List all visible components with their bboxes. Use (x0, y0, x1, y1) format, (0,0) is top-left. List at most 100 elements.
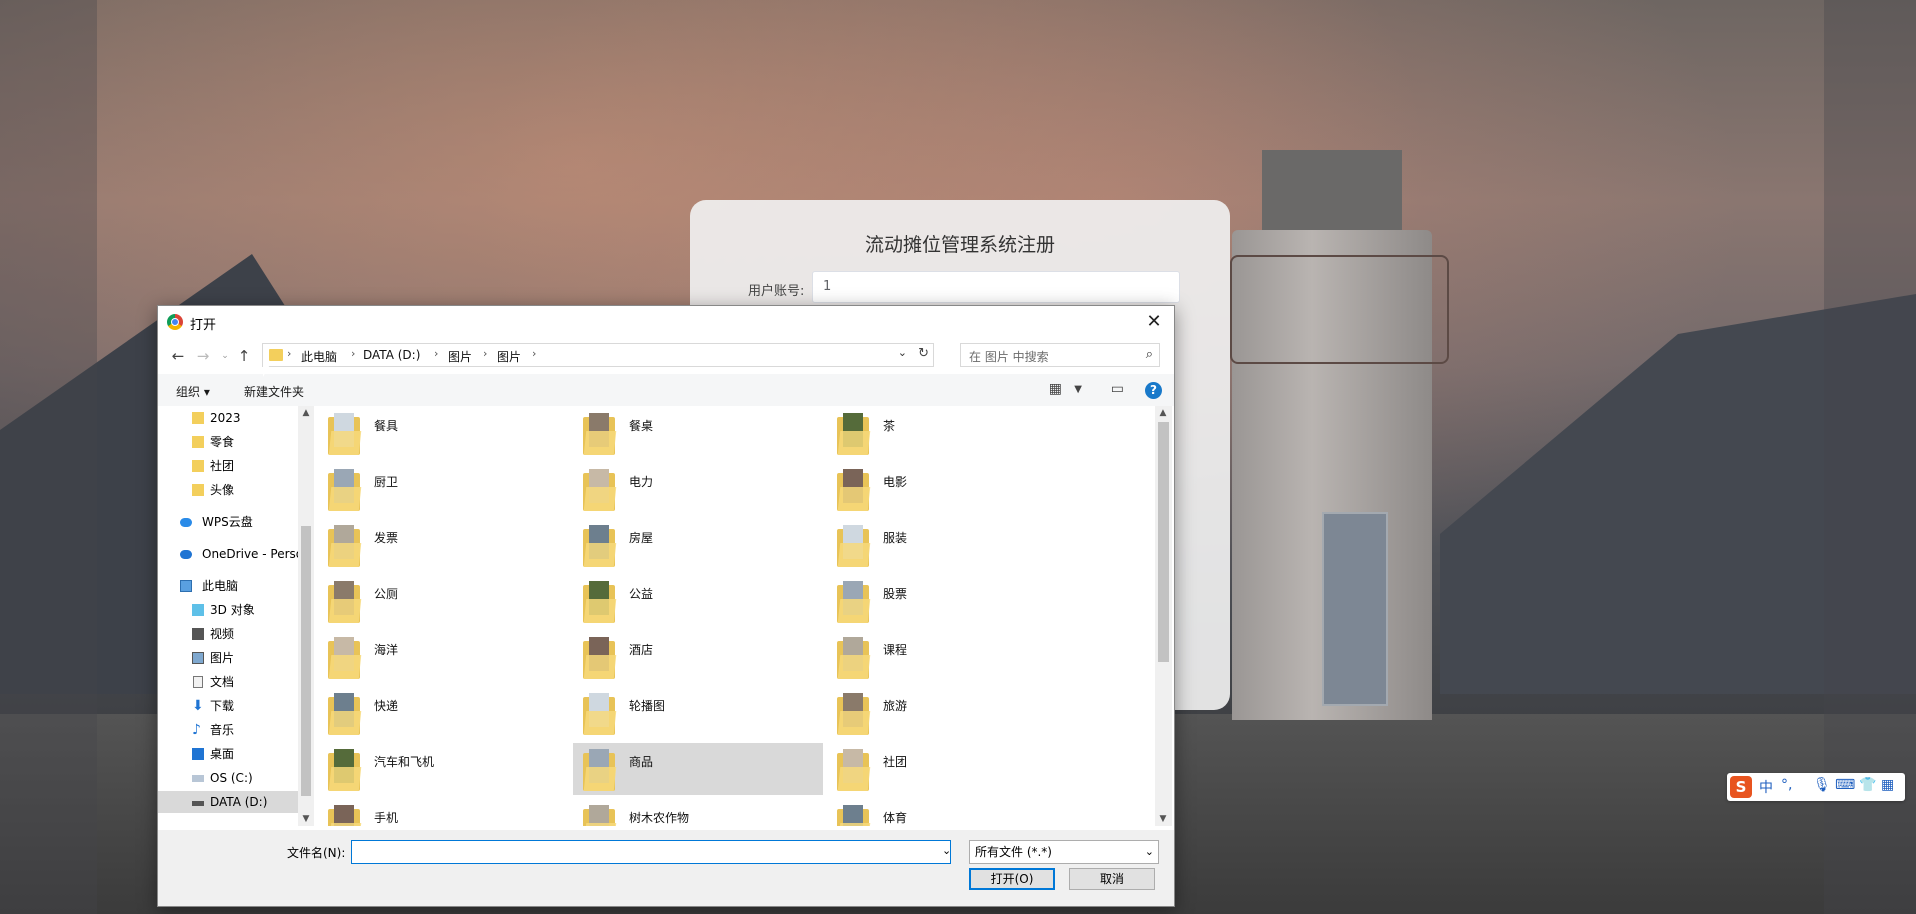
nav-item-label: 头像 (210, 483, 235, 497)
nav-item-wps-cloud[interactable]: WPS云盘 (158, 511, 298, 533)
file-name: 公厕 (374, 587, 399, 601)
nav-item-videos[interactable]: 视频 (158, 623, 298, 645)
folder-icon (583, 805, 617, 826)
file-item[interactable]: 股票 (827, 575, 1077, 627)
scroll-down-icon[interactable]: ▼ (298, 814, 314, 824)
scrollbar-thumb[interactable] (301, 526, 311, 796)
recent-locations-icon[interactable]: ⌄ (215, 346, 235, 366)
nav-item-label: 图片 (210, 651, 235, 665)
nav-item-music[interactable]: ♪ 音乐 (158, 719, 298, 741)
file-item[interactable]: 快递 (318, 687, 568, 739)
nav-item-downloads[interactable]: ⬇ 下载 (158, 695, 298, 717)
close-button[interactable]: ✕ (1134, 306, 1174, 338)
breadcrumb-pictures-sub[interactable]: 图片 (497, 348, 521, 365)
nav-item-os-c[interactable]: OS (C:) (158, 767, 298, 789)
lighthouse-railing (1230, 255, 1449, 364)
refresh-icon[interactable]: ↻ (918, 346, 929, 361)
file-item[interactable]: 电力 (573, 463, 823, 515)
file-item[interactable]: 体育 (827, 799, 1077, 826)
scrollbar-thumb[interactable] (1158, 422, 1169, 662)
account-input[interactable]: 1 (812, 271, 1180, 303)
scroll-down-icon[interactable]: ▼ (1155, 814, 1171, 824)
file-item[interactable]: 酒店 (573, 631, 823, 683)
scroll-up-icon[interactable]: ▲ (1155, 408, 1171, 418)
nav-item-data-d[interactable]: DATA (D:) (158, 791, 298, 813)
folder-icon (583, 749, 617, 791)
file-item[interactable]: 餐桌 (573, 407, 823, 459)
keyboard-icon[interactable]: ⌨ (1835, 777, 1855, 793)
file-item[interactable]: 电影 (827, 463, 1077, 515)
nav-item-desktop[interactable]: 桌面 (158, 743, 298, 765)
breadcrumb-this-pc[interactable]: 此电脑 (301, 348, 337, 365)
file-item[interactable]: 旅游 (827, 687, 1077, 739)
chrome-icon (167, 314, 183, 330)
nav-item-label: OS (C:) (210, 771, 253, 785)
nav-item-documents[interactable]: 文档 (158, 671, 298, 693)
nav-item-this-pc[interactable]: 此电脑 (158, 575, 298, 597)
file-name: 电影 (883, 475, 908, 489)
cloud-icon (180, 518, 192, 527)
toolbox-icon[interactable]: ▦ (1881, 777, 1894, 793)
scroll-up-icon[interactable]: ▲ (298, 408, 314, 418)
file-item[interactable]: 发票 (318, 519, 568, 571)
microphone-icon[interactable]: 🎙 (1813, 777, 1831, 793)
view-options-icon[interactable]: ▦ (1049, 381, 1062, 397)
sogou-logo-icon[interactable]: S (1730, 776, 1752, 798)
address-bar[interactable]: › 此电脑 › DATA (D:) › 图片 › 图片 › ⌄ ↻ (262, 343, 934, 367)
nav-item-2023[interactable]: 2023 (158, 407, 298, 429)
new-folder-button[interactable]: 新建文件夹 (244, 383, 304, 400)
forward-button[interactable]: → (193, 346, 213, 366)
file-item[interactable]: 服装 (827, 519, 1077, 571)
file-item[interactable]: 商品 (573, 743, 823, 795)
download-icon: ⬇ (192, 698, 204, 714)
chevron-down-icon[interactable]: ⌄ (898, 346, 907, 359)
filetype-select[interactable]: 所有文件 (*.*) ⌄ (969, 840, 1159, 864)
file-item[interactable]: 树木农作物 (573, 799, 823, 826)
file-item[interactable]: 公益 (573, 575, 823, 627)
nav-item-3d-objects[interactable]: 3D 对象 (158, 599, 298, 621)
file-item[interactable]: 海洋 (318, 631, 568, 683)
file-list-scrollbar[interactable]: ▲ ▼ (1155, 406, 1172, 826)
nav-item-label: 桌面 (210, 747, 235, 761)
file-name: 股票 (883, 587, 908, 601)
back-button[interactable]: ← (168, 346, 188, 366)
open-button[interactable]: 打开(O) (969, 868, 1055, 890)
file-item[interactable]: 房屋 (573, 519, 823, 571)
folder-icon (192, 412, 204, 424)
ime-toolbar: S 中 °, 🎙 ⌨ 👕 ▦ (1727, 773, 1905, 801)
help-icon[interactable]: ? (1145, 382, 1162, 399)
nav-pane-scrollbar[interactable]: ▲ ▼ (298, 406, 314, 826)
filename-input[interactable] (351, 840, 951, 864)
preview-pane-icon[interactable]: ▭ (1111, 381, 1124, 397)
ime-punctuation-toggle[interactable]: °, (1781, 777, 1792, 793)
file-item[interactable]: 轮播图 (573, 687, 823, 739)
ime-mode-toggle[interactable]: 中 (1759, 777, 1773, 797)
breadcrumb-data-drive[interactable]: DATA (D:) (363, 348, 420, 362)
file-item[interactable]: 餐具 (318, 407, 568, 459)
nav-item-label: DATA (D:) (210, 795, 268, 809)
file-item[interactable]: 课程 (827, 631, 1077, 683)
file-item[interactable]: 公厕 (318, 575, 568, 627)
nav-item-snacks[interactable]: 零食 (158, 431, 298, 453)
folder-icon (837, 413, 871, 455)
up-button[interactable]: ↑ (234, 346, 254, 366)
nav-item-avatar[interactable]: 头像 (158, 479, 298, 501)
file-item[interactable]: 茶 (827, 407, 1077, 459)
cancel-button[interactable]: 取消 (1069, 868, 1155, 890)
file-item[interactable]: 社团 (827, 743, 1077, 795)
chevron-down-icon[interactable]: ▼ (1074, 384, 1082, 395)
file-item[interactable]: 汽车和飞机 (318, 743, 568, 795)
organize-button[interactable]: 组织 ▾ (176, 383, 210, 400)
file-item[interactable]: 厨卫 (318, 463, 568, 515)
file-item[interactable]: 手机 (318, 799, 568, 826)
nav-item-onedrive[interactable]: OneDrive - Perso (158, 543, 298, 565)
skin-icon[interactable]: 👕 (1859, 777, 1876, 793)
file-name: 茶 (883, 419, 896, 433)
chevron-right-icon: › (351, 347, 356, 360)
breadcrumb-pictures[interactable]: 图片 (448, 348, 472, 365)
nav-item-pictures[interactable]: 图片 (158, 647, 298, 669)
address-folder-icon (269, 349, 283, 361)
search-box[interactable]: 在 图片 中搜索 ⌕ (960, 343, 1160, 367)
dialog-titlebar[interactable]: 打开 ✕ (158, 306, 1174, 338)
nav-item-club[interactable]: 社团 (158, 455, 298, 477)
